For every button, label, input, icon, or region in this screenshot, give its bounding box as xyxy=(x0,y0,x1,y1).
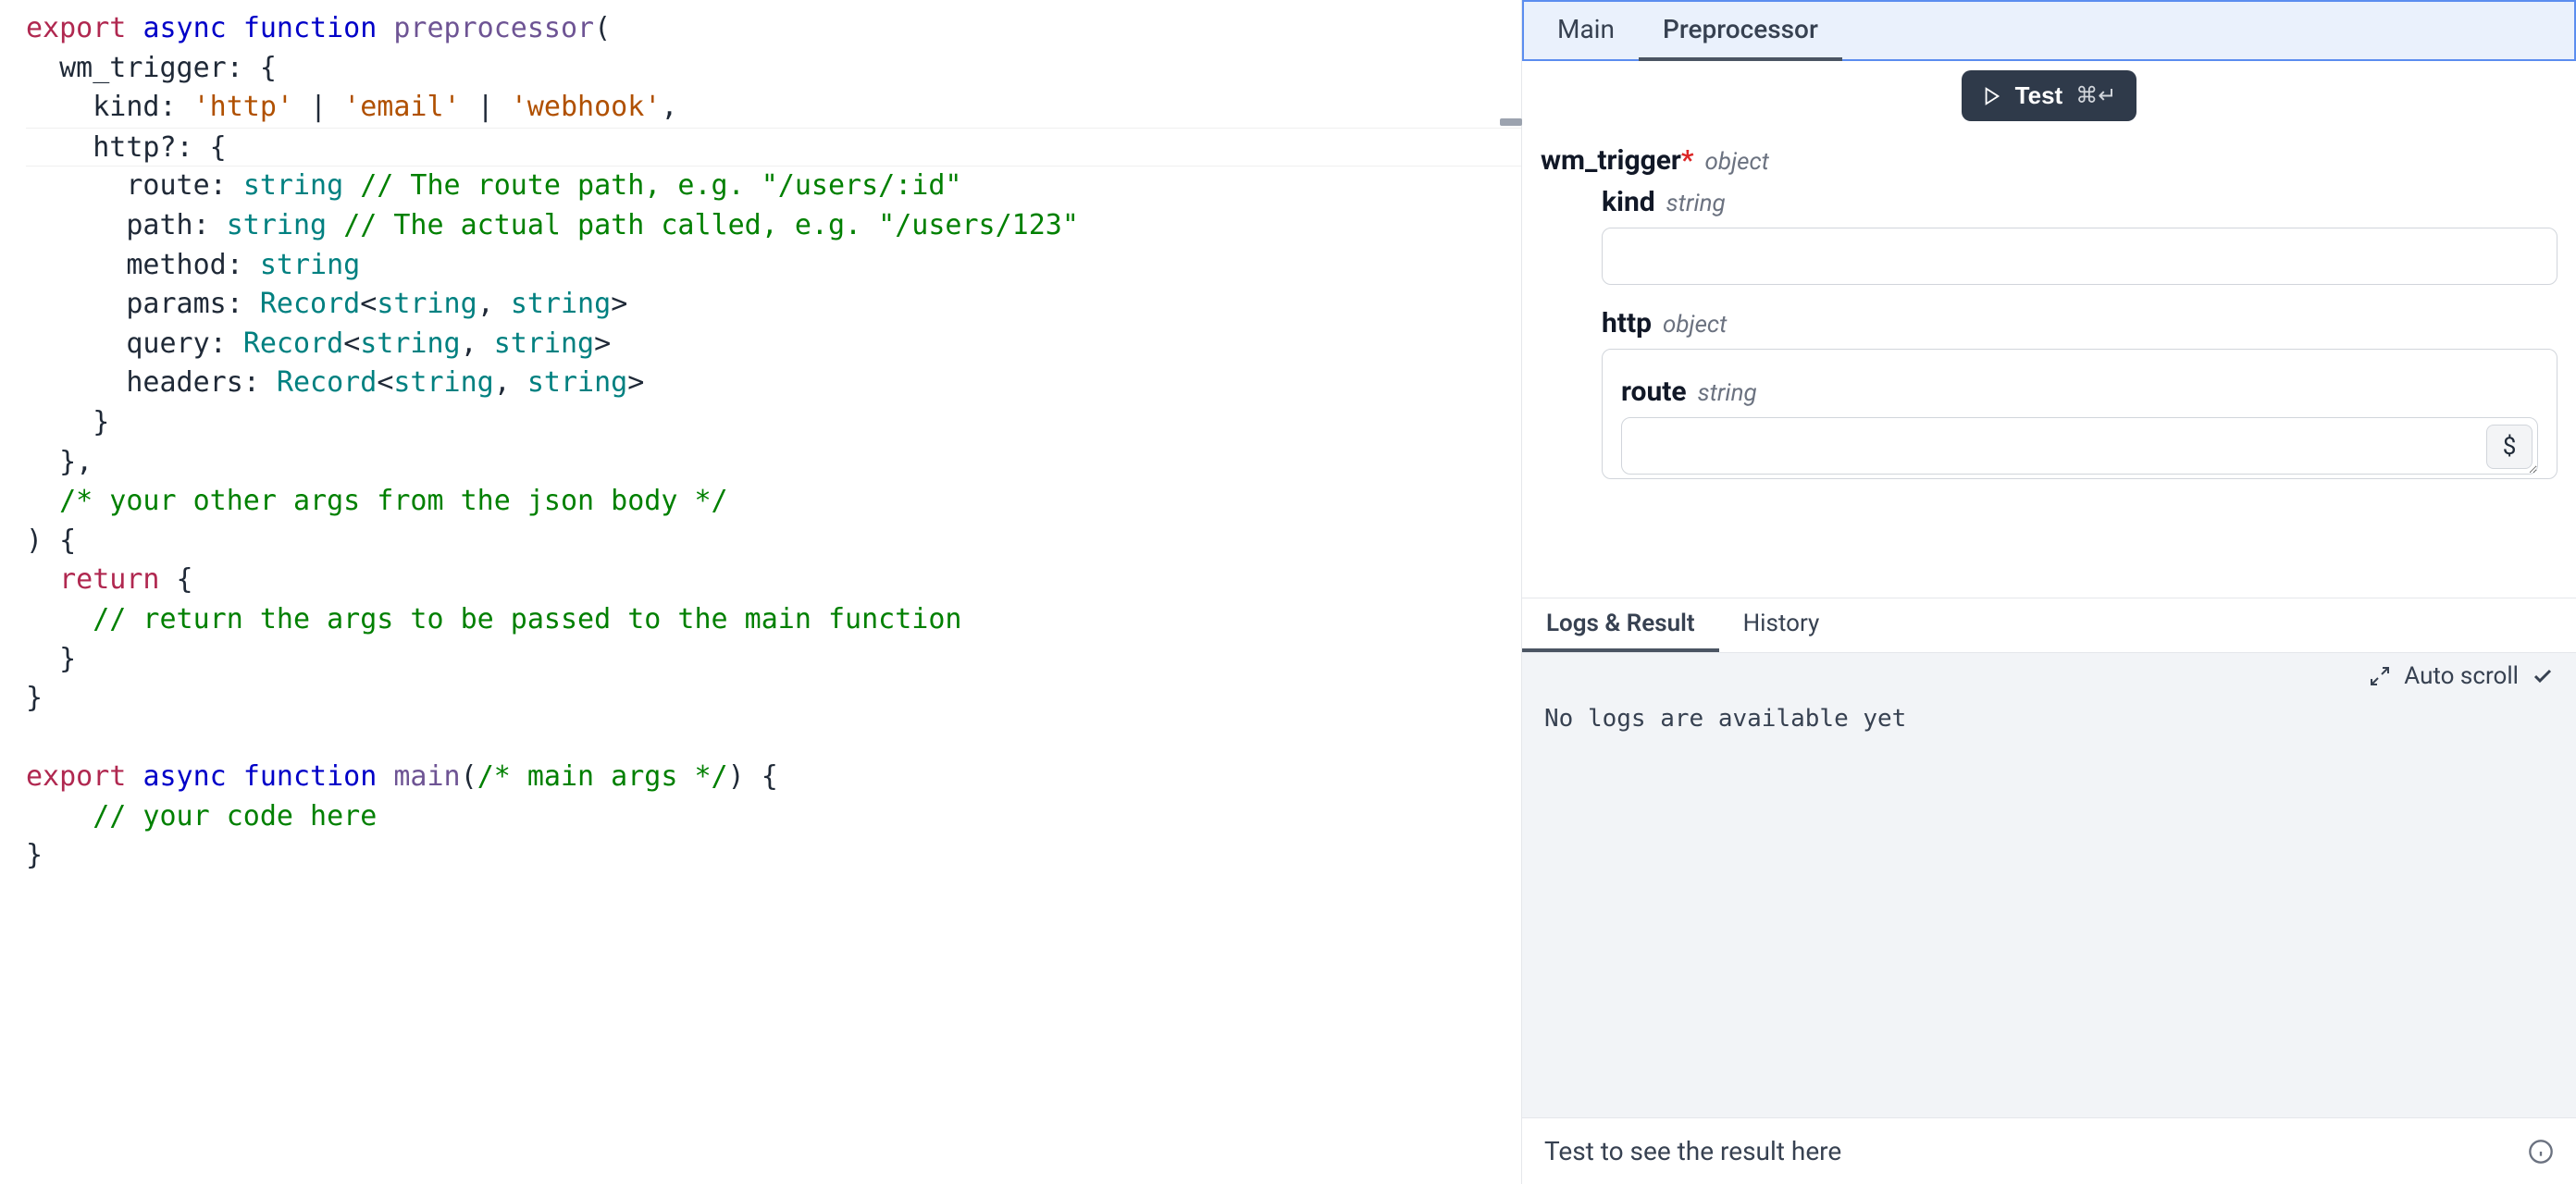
field-wm-trigger: wm_trigger* object kind string http obje… xyxy=(1541,144,2557,479)
check-icon xyxy=(2532,665,2554,687)
test-button-shortcut: ⌘↵ xyxy=(2075,82,2116,109)
test-button-label: Test xyxy=(2015,81,2063,110)
route-var-button[interactable]: $ xyxy=(2486,425,2533,469)
code-line[interactable]: kind: 'http' | 'email' | 'webhook', xyxy=(26,88,1521,128)
logs-body: No logs are available yet xyxy=(1522,699,2576,1117)
code-line[interactable]: // your code here xyxy=(26,797,1521,837)
info-icon[interactable] xyxy=(2528,1139,2554,1165)
route-input[interactable] xyxy=(1621,417,2538,475)
test-button-row: Test ⌘↵ xyxy=(1522,61,2576,135)
right-pane: Main Preprocessor Test ⌘↵ wm_trigger* ob… xyxy=(1522,0,2576,1184)
tab-main[interactable]: Main xyxy=(1533,1,1639,61)
field-name-route: route xyxy=(1621,376,1687,408)
code-editor-pane: export async function preprocessor( wm_t… xyxy=(0,0,1522,1184)
code-line[interactable]: export async function preprocessor( xyxy=(26,9,1521,49)
form-area: wm_trigger* object kind string http obje… xyxy=(1522,135,2576,598)
tab-history[interactable]: History xyxy=(1719,598,1844,652)
code-line[interactable]: } xyxy=(26,640,1521,680)
http-nested-box: route string $ xyxy=(1602,349,2557,479)
pane-resizer[interactable] xyxy=(1500,118,1522,126)
bottom-tabbar: Logs & Result History xyxy=(1522,598,2576,653)
tab-logs-result[interactable]: Logs & Result xyxy=(1522,598,1719,652)
play-icon xyxy=(1982,86,2002,106)
code-line[interactable]: } xyxy=(26,836,1521,876)
result-footer-text: Test to see the result here xyxy=(1544,1136,1841,1166)
code-line[interactable]: path: string // The actual path called, … xyxy=(26,206,1521,246)
code-line[interactable]: method: string xyxy=(26,246,1521,286)
code-line[interactable]: export async function main(/* main args … xyxy=(26,758,1521,797)
logs-empty-text: No logs are available yet xyxy=(1544,705,1906,733)
autoscroll-toggle[interactable]: Auto scroll xyxy=(1522,653,2576,699)
autoscroll-label: Auto scroll xyxy=(2404,662,2519,690)
kind-input[interactable] xyxy=(1602,228,2557,285)
field-name-wm-trigger: wm_trigger* xyxy=(1541,144,1694,177)
result-footer: Test to see the result here xyxy=(1522,1117,2576,1184)
code-line[interactable]: ) { xyxy=(26,522,1521,561)
code-line[interactable]: params: Record<string, string> xyxy=(26,285,1521,325)
logs-area: Auto scroll No logs are available yet xyxy=(1522,653,2576,1117)
field-type-route: string xyxy=(1698,379,1757,407)
code-line[interactable]: route: string // The route path, e.g. "/… xyxy=(26,166,1521,206)
code-editor[interactable]: export async function preprocessor( wm_t… xyxy=(0,0,1521,885)
tab-preprocessor[interactable]: Preprocessor xyxy=(1639,1,1842,61)
code-line[interactable]: wm_trigger: { xyxy=(26,49,1521,89)
field-type-wm-trigger: object xyxy=(1705,148,1769,176)
field-name-kind: kind xyxy=(1602,186,1655,218)
code-line[interactable]: /* your other args from the json body */ xyxy=(26,482,1521,522)
test-button[interactable]: Test ⌘↵ xyxy=(1962,70,2137,121)
field-type-kind: string xyxy=(1666,190,1726,217)
field-type-http: object xyxy=(1663,311,1727,339)
field-route: route string $ xyxy=(1621,376,2538,475)
field-name-http: http xyxy=(1602,307,1652,339)
code-line[interactable]: http?: { xyxy=(26,128,1521,167)
expand-icon xyxy=(2369,665,2391,687)
code-line[interactable] xyxy=(26,719,1521,758)
field-kind: kind string xyxy=(1602,186,2557,285)
code-line[interactable]: // return the args to be passed to the m… xyxy=(26,600,1521,640)
code-line[interactable]: headers: Record<string, string> xyxy=(26,364,1521,403)
code-line[interactable]: } xyxy=(26,679,1521,719)
code-line[interactable]: query: Record<string, string> xyxy=(26,325,1521,364)
code-line[interactable]: }, xyxy=(26,443,1521,483)
code-line[interactable]: } xyxy=(26,403,1521,443)
top-tabbar: Main Preprocessor xyxy=(1522,0,2576,61)
field-http: http object xyxy=(1602,307,2557,339)
code-line[interactable]: return { xyxy=(26,561,1521,600)
